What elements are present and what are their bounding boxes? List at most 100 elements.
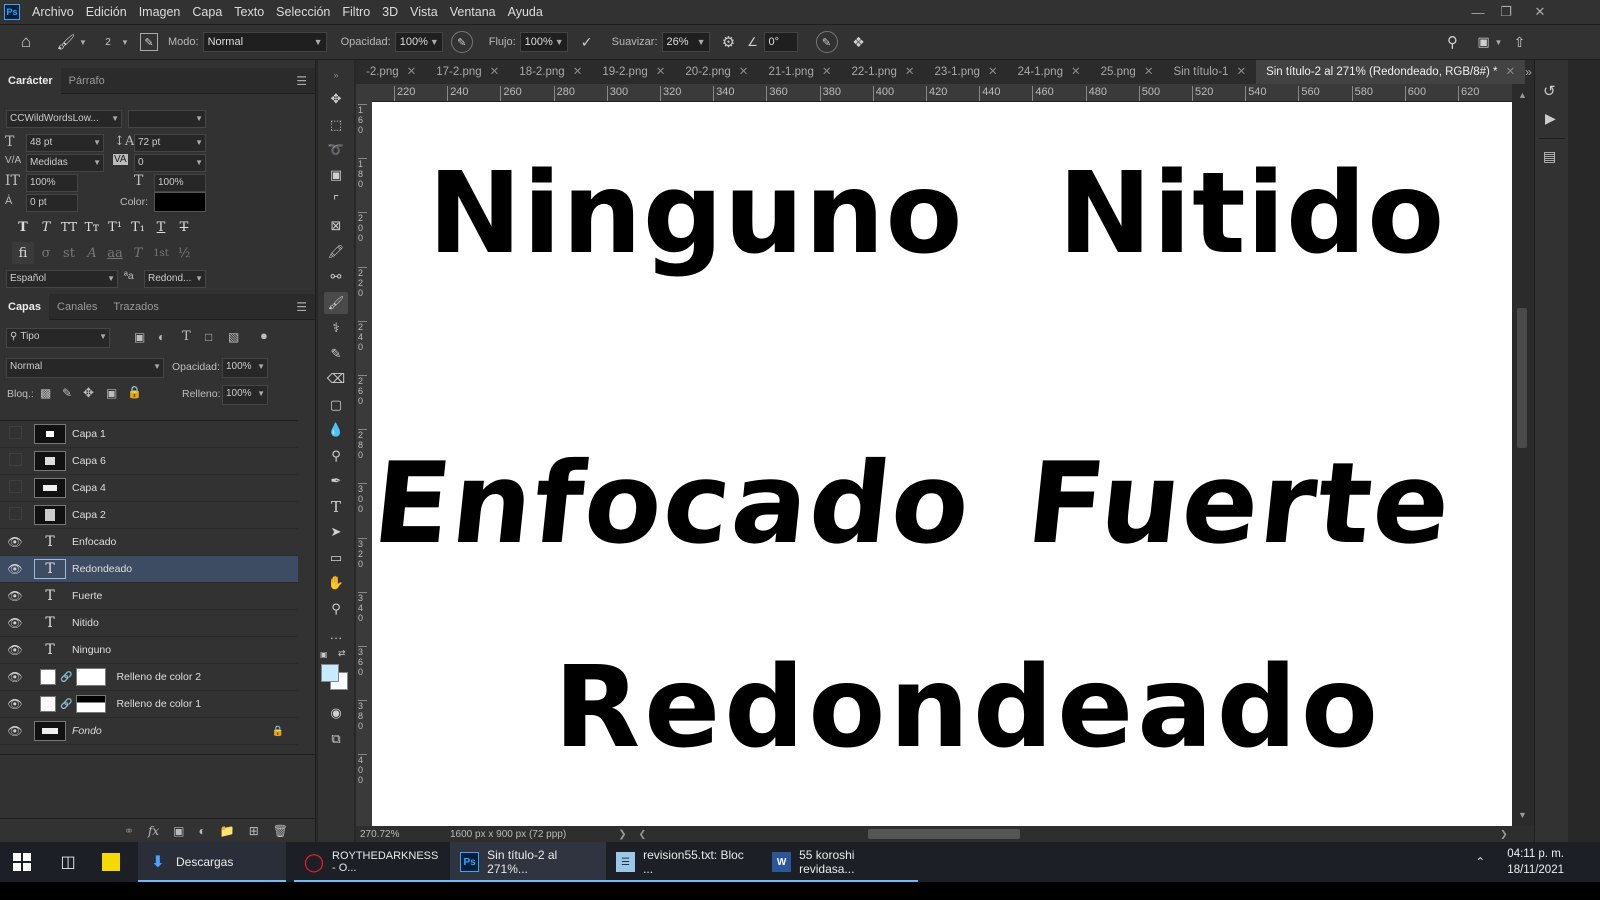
- old-style-icon[interactable]: σ: [35, 242, 57, 264]
- eye-icon[interactable]: 👁: [0, 562, 30, 576]
- font-style-select[interactable]: ▼: [128, 110, 206, 128]
- tab-trazados[interactable]: Trazados: [105, 294, 166, 320]
- taskbar-app-active[interactable]: Ps Sin título-2 al 271%...: [450, 842, 606, 882]
- chevron-down-icon[interactable]: ▼: [78, 38, 88, 47]
- angle-field[interactable]: 0°: [763, 32, 798, 52]
- zoom-tool-icon[interactable]: ⚲: [324, 598, 348, 620]
- eye-icon[interactable]: 👁: [0, 697, 30, 711]
- history-icon[interactable]: ↺: [1543, 82, 1556, 100]
- scroll-down-icon[interactable]: ▼: [1518, 810, 1527, 820]
- close-icon[interactable]: ✕: [407, 66, 417, 78]
- new-layer-icon[interactable]: ⊞: [249, 824, 259, 838]
- stylistic-alternates-icon[interactable]: A: [81, 242, 103, 264]
- filter-shape-icon[interactable]: □: [205, 330, 212, 344]
- eye-icon[interactable]: 👁: [0, 724, 30, 738]
- doc-tab[interactable]: Sin título-1 ✕: [1163, 60, 1256, 84]
- text-fuerte[interactable]: Fuerte: [1021, 439, 1458, 569]
- opacity-field[interactable]: 100% ▼: [394, 32, 443, 52]
- tracking-field[interactable]: 0 ▼: [134, 154, 206, 172]
- antialias-select[interactable]: Redond... ▼: [144, 270, 206, 288]
- new-group-icon[interactable]: 📁: [220, 824, 235, 838]
- doc-tab[interactable]: 20-2.png ✕: [675, 60, 758, 84]
- close-icon[interactable]: ✕: [822, 66, 832, 78]
- doc-tab[interactable]: 18-2.png ✕: [509, 60, 592, 84]
- filter-type-icon[interactable]: T: [182, 329, 191, 344]
- close-icon[interactable]: ✕: [905, 66, 915, 78]
- lock-artboard-icon[interactable]: ▣: [106, 386, 117, 400]
- menu-item[interactable]: Vista: [404, 0, 444, 24]
- healing-brush-tool-icon[interactable]: ⚯: [324, 266, 348, 288]
- close-icon[interactable]: ✕: [1236, 66, 1246, 78]
- crop-tool-icon[interactable]: ⌜: [324, 190, 348, 212]
- zoom-level[interactable]: 270.72%: [360, 829, 450, 840]
- menu-item[interactable]: Capa: [186, 0, 228, 24]
- vertical-scale-field[interactable]: 100%: [26, 174, 78, 192]
- link-layers-icon[interactable]: ⚭: [124, 824, 134, 838]
- doc-tab[interactable]: 23-1.png ✕: [925, 60, 1008, 84]
- layer-row[interactable]: 👁 🔗 Relleno de color 2: [0, 664, 298, 691]
- tab-capas[interactable]: Capas: [0, 293, 50, 320]
- adjustment-layer-icon[interactable]: ◐: [199, 824, 206, 838]
- more-tabs-icon[interactable]: »: [1525, 65, 1532, 79]
- eraser-tool-icon[interactable]: ⌫: [324, 368, 348, 390]
- taskbar-app[interactable]: ☰ revision55.txt: Bloc ...: [606, 842, 762, 882]
- start-button[interactable]: [0, 842, 44, 882]
- close-icon[interactable]: ✕: [739, 66, 749, 78]
- filter-adjustment-icon[interactable]: ◐: [158, 330, 165, 344]
- visibility-toggle-icon[interactable]: [0, 480, 30, 496]
- foreground-color-swatch[interactable]: [321, 664, 339, 682]
- leading-field[interactable]: 72 pt ▼: [134, 134, 206, 152]
- small-caps-icon[interactable]: Tт: [81, 216, 103, 238]
- sticky-notes-app[interactable]: [92, 842, 138, 882]
- link-icon[interactable]: 🔗: [60, 672, 72, 683]
- layer-row[interactable]: Capa 6: [0, 448, 298, 475]
- doc-tab[interactable]: 25.png ✕: [1091, 60, 1164, 84]
- eyedropper-tool-icon[interactable]: 🖍: [324, 241, 348, 263]
- airbrush-icon[interactable]: ✓: [576, 34, 598, 51]
- horizontal-scale-field[interactable]: 100%: [154, 174, 206, 192]
- filter-pixel-icon[interactable]: ▣: [134, 330, 145, 344]
- menu-item[interactable]: 3D: [376, 0, 404, 24]
- menu-item[interactable]: Texto: [228, 0, 270, 24]
- contextual-alternates-icon[interactable]: T: [127, 242, 149, 264]
- eye-icon[interactable]: 👁: [0, 589, 30, 603]
- menu-item[interactable]: Ventana: [444, 0, 502, 24]
- eye-icon[interactable]: 👁: [0, 670, 30, 684]
- menu-item[interactable]: Selección: [270, 0, 336, 24]
- marquee-tool-icon[interactable]: ⬚: [324, 114, 348, 136]
- default-colors-icon[interactable]: ▣: [320, 650, 328, 659]
- scroll-thumb[interactable]: [868, 829, 1021, 839]
- properties-icon[interactable]: ▤: [1543, 148, 1556, 165]
- close-icon[interactable]: ✕: [988, 66, 998, 78]
- pressure-opacity-icon[interactable]: ✎: [450, 31, 473, 53]
- collapse-icon[interactable]: »: [324, 64, 348, 86]
- document-canvas[interactable]: Ninguno Nitido Enfocado Fuerte Redondead…: [372, 102, 1512, 826]
- close-icon[interactable]: ✕: [1144, 66, 1154, 78]
- scroll-right-icon[interactable]: ❯: [1500, 829, 1508, 840]
- doc-tab[interactable]: 22-1.png ✕: [841, 60, 924, 84]
- all-caps-icon[interactable]: TT: [58, 216, 80, 238]
- strikethrough-icon[interactable]: T: [173, 216, 195, 238]
- scroll-thumb[interactable]: [1517, 308, 1527, 448]
- ordinals-icon[interactable]: 1st: [150, 242, 172, 264]
- lasso-tool-icon[interactable]: ➰: [324, 139, 348, 161]
- search-icon[interactable]: ⚲: [1442, 33, 1464, 51]
- swash-icon[interactable]: st: [58, 242, 80, 264]
- fractions-icon[interactable]: ½: [173, 242, 195, 264]
- history-brush-tool-icon[interactable]: ✎: [324, 343, 348, 365]
- eye-icon[interactable]: 👁: [0, 535, 30, 549]
- faux-bold-icon[interactable]: T: [12, 216, 34, 238]
- close-icon[interactable]: ✕: [1526, 0, 1554, 24]
- pen-tool-icon[interactable]: ✒: [324, 470, 348, 492]
- font-size-field[interactable]: 48 pt ▼: [26, 134, 104, 152]
- lock-position-icon[interactable]: ✥: [83, 385, 94, 401]
- menu-item[interactable]: Filtro: [336, 0, 376, 24]
- superscript-icon[interactable]: T¹: [104, 216, 126, 238]
- layer-row[interactable]: 👁 T Ninguno: [0, 637, 298, 664]
- filter-toggle-icon[interactable]: ●: [260, 328, 268, 343]
- baseline-shift-field[interactable]: 0 pt: [26, 194, 78, 212]
- scroll-left-icon[interactable]: ❮: [639, 829, 647, 840]
- pressure-size-icon[interactable]: ✎: [815, 31, 838, 53]
- dodge-tool-icon[interactable]: ⚲: [324, 445, 348, 467]
- object-select-tool-icon[interactable]: ▣: [324, 164, 348, 186]
